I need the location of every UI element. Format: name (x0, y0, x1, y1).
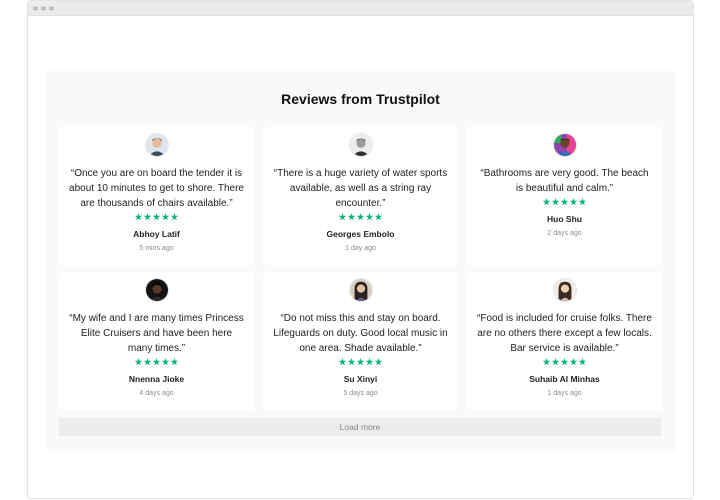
star-icon (338, 358, 347, 366)
star-icon (170, 358, 179, 366)
star-icon (347, 213, 356, 221)
review-card: “Once you are on board the tender it is … (59, 127, 254, 265)
star-icon (161, 213, 170, 221)
reviewer-name: Suhaib Al Minhas (529, 374, 600, 384)
window-titlebar (28, 1, 693, 16)
star-icon (542, 358, 551, 366)
window-dot-icon (33, 5, 38, 11)
review-card: “Food is included for cruise folks. Ther… (467, 272, 662, 410)
star-rating (542, 358, 587, 366)
star-icon (365, 358, 374, 366)
reviewer-name: Su Xinyi (343, 374, 378, 384)
review-time: 2 days ago (547, 230, 582, 237)
review-text: “There is a huge variety of water sports… (273, 168, 448, 209)
avatar (348, 278, 373, 302)
review-card: “There is a huge variety of water sports… (263, 127, 458, 265)
star-icon (152, 358, 161, 366)
star-icon (143, 213, 152, 221)
star-icon (143, 358, 152, 366)
reviewer-name: Abhoy Latif (133, 229, 180, 239)
review-time: 4 days ago (139, 390, 174, 397)
review-card: “My wife and I are many times Princess E… (59, 272, 254, 410)
star-rating (134, 213, 179, 221)
reviewer-name: Georges Embolo (326, 229, 395, 239)
review-time: 5 mins ago (139, 245, 174, 252)
review-time: 1 days ago (547, 390, 582, 397)
avatar (552, 278, 577, 302)
avatar (348, 133, 373, 157)
star-icon (134, 213, 143, 221)
star-icon (551, 358, 560, 366)
browser-window: Reviews from Trustpilot “Once you are on… (27, 0, 694, 499)
load-more-button[interactable]: Load more (59, 418, 661, 436)
review-time: 1 day ago (345, 245, 376, 252)
review-text: “Bathrooms are very good. The beach is b… (480, 168, 649, 194)
reviewer-name: Nnenna Jioke (128, 374, 185, 384)
star-rating (542, 198, 587, 206)
star-icon (560, 358, 569, 366)
window-dot-icon (41, 5, 46, 11)
window-dot-icon (49, 5, 54, 11)
star-icon (365, 213, 374, 221)
review-text: “My wife and I are many times Princess E… (69, 313, 244, 354)
reviews-widget: Reviews from Trustpilot “Once you are on… (45, 71, 676, 451)
reviewer-name: Huo Shu (547, 214, 582, 224)
star-icon (578, 198, 587, 206)
star-icon (161, 358, 170, 366)
review-text: “Food is included for cruise folks. Ther… (477, 313, 652, 354)
star-icon (134, 358, 143, 366)
review-card: “Do not miss this and stay on board. Lif… (263, 272, 458, 410)
review-time: 5 days ago (343, 390, 378, 397)
star-icon (569, 198, 578, 206)
star-rating (338, 213, 383, 221)
avatar (144, 133, 169, 157)
star-icon (374, 213, 383, 221)
star-icon (374, 358, 383, 366)
star-icon (542, 198, 551, 206)
avatar (144, 278, 169, 302)
star-icon (560, 198, 569, 206)
star-icon (356, 358, 365, 366)
star-icon (551, 198, 560, 206)
star-icon (347, 358, 356, 366)
star-icon (356, 213, 365, 221)
star-icon (569, 358, 578, 366)
star-icon (152, 213, 161, 221)
review-text: “Once you are on board the tender it is … (69, 168, 244, 209)
review-text: “Do not miss this and stay on board. Lif… (273, 313, 448, 354)
widget-title: Reviews from Trustpilot (281, 91, 440, 107)
star-rating (134, 358, 179, 366)
star-icon (338, 213, 347, 221)
avatar (552, 133, 577, 157)
star-icon (170, 213, 179, 221)
star-icon (578, 358, 587, 366)
review-card: “Bathrooms are very good. The beach is b… (467, 127, 662, 265)
star-rating (338, 358, 383, 366)
